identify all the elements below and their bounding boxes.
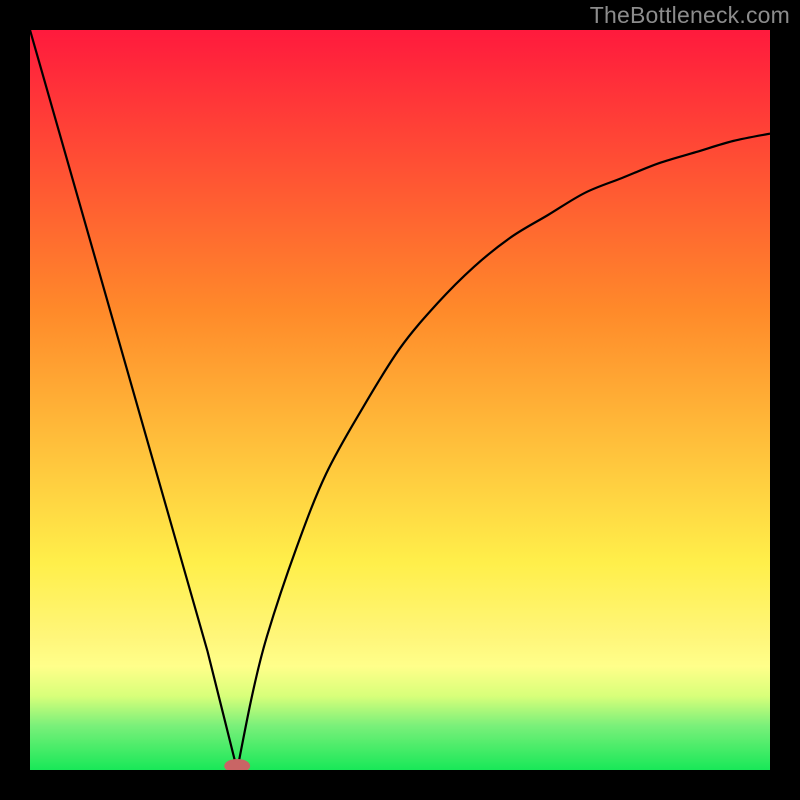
watermark-text: TheBottleneck.com	[590, 2, 790, 29]
heat-gradient-rect	[30, 30, 770, 770]
chart-frame: TheBottleneck.com	[0, 0, 800, 800]
bottleneck-chart	[30, 30, 770, 770]
